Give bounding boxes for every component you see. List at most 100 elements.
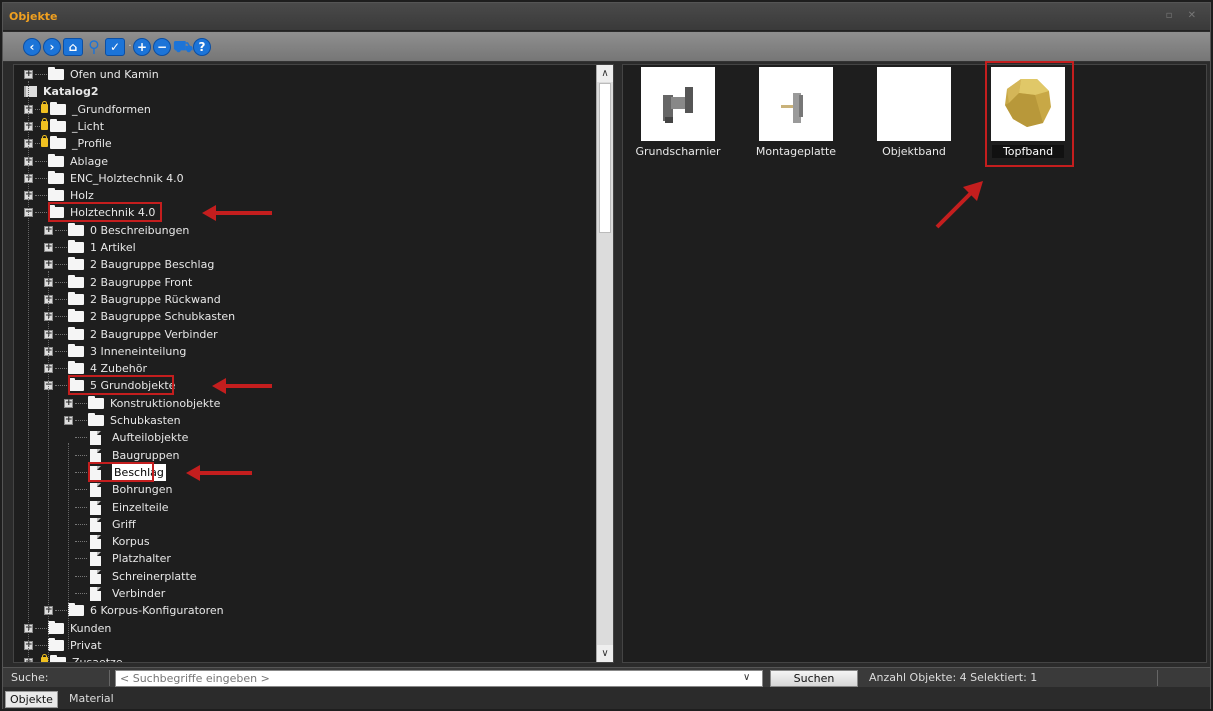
- tree-connector: [55, 264, 67, 266]
- expand-icon[interactable]: +: [24, 70, 33, 79]
- folder-icon: [48, 188, 64, 202]
- tree-item[interactable]: +2 Baugruppe Front: [14, 274, 597, 291]
- catalog-book-icon: [24, 86, 37, 98]
- tree-connector: [75, 593, 87, 594]
- back-icon[interactable]: ‹: [23, 38, 41, 56]
- tree-item[interactable]: + Konstruktionobjekte: [14, 395, 597, 412]
- tree-item-label: Kunden: [70, 621, 112, 635]
- tree-item-label: Katalog2: [43, 85, 99, 99]
- help-icon[interactable]: ?: [193, 38, 211, 56]
- tree-item[interactable]: + _Profile: [14, 135, 597, 152]
- home-icon[interactable]: ⌂: [63, 38, 83, 56]
- expand-icon[interactable]: +: [44, 260, 53, 270]
- tree-item[interactable]: Katalog2: [14, 83, 597, 100]
- tree-item[interactable]: + Zusaetze: [14, 654, 597, 663]
- scroll-down-icon[interactable]: ∨: [597, 645, 613, 662]
- window-buttons[interactable]: ▫ ✕: [1166, 10, 1202, 21]
- folder-icon: [68, 603, 84, 617]
- expand-icon[interactable]: +: [64, 416, 73, 425]
- catalog-tree: + Ofen und Kamin Katalog2 + _Grundformen + _Li…: [14, 65, 597, 662]
- chevron-down-icon[interactable]: ∨: [743, 672, 750, 683]
- folder-icon: [50, 655, 66, 662]
- tree-item[interactable]: + Ofen und Kamin: [14, 66, 597, 83]
- tree-item-label: 3 Inneneinteilung: [90, 344, 187, 358]
- folder-icon: [68, 343, 84, 357]
- folder-icon: [68, 274, 84, 288]
- folder-icon: [68, 309, 84, 323]
- tree-item-label: Konstruktionobjekte: [110, 396, 221, 410]
- tree-item[interactable]: + Privat: [14, 637, 597, 654]
- tree-item-label: 2 Baugruppe Front: [90, 275, 193, 289]
- remove-icon[interactable]: −: [153, 38, 171, 56]
- lock-icon: [41, 100, 48, 113]
- folder-icon: [48, 153, 64, 167]
- tree-connector: [55, 368, 67, 370]
- search-button[interactable]: Suchen: [770, 670, 858, 687]
- annotation-arrow-icon: [202, 205, 272, 222]
- tree-item[interactable]: + ENC_Holztechnik 4.0: [14, 170, 597, 187]
- tree-connector: [75, 541, 87, 543]
- tree-item[interactable]: Aufteilobjekte: [14, 429, 597, 446]
- tree-connector: [75, 575, 87, 577]
- tree-item[interactable]: + _Grundformen: [14, 100, 597, 118]
- object-tile[interactable]: Topfband: [985, 61, 1082, 167]
- tree-item-label: _Licht: [72, 119, 105, 133]
- document-icon: [90, 535, 101, 550]
- folder-icon: [50, 101, 66, 115]
- tree-connector: [35, 125, 40, 127]
- tab-objekte[interactable]: Objekte: [5, 691, 58, 708]
- expand-icon[interactable]: +: [44, 243, 53, 252]
- cart-icon[interactable]: ⛟: [173, 38, 193, 56]
- highlight-box: [48, 202, 162, 223]
- tree-item[interactable]: +2 Baugruppe Beschlag: [14, 256, 597, 273]
- object-tile[interactable]: Montageplatte: [756, 67, 850, 163]
- tree-connector: [35, 177, 47, 179]
- tree-connector: [35, 644, 47, 646]
- expand-icon[interactable]: +: [44, 225, 53, 235]
- highlight-box: [985, 61, 1074, 167]
- separator: [1157, 670, 1158, 686]
- annotation-arrow-icon: [186, 464, 252, 481]
- search-input[interactable]: [115, 670, 763, 687]
- tree-item-label: Korpus: [112, 535, 150, 549]
- object-tile[interactable]: Grundscharnier: [635, 67, 732, 163]
- tree-item[interactable]: Griff: [14, 516, 597, 533]
- scroll-up-icon[interactable]: ∧: [597, 65, 613, 82]
- tree-item-label: Zusaetze: [72, 656, 123, 663]
- tree-item-label: Privat: [70, 638, 102, 652]
- tree-item[interactable]: + Ablage: [14, 153, 597, 170]
- tree-connector: [35, 143, 40, 145]
- tree-item[interactable]: + Schubkasten: [14, 412, 597, 429]
- tree-connector: [55, 385, 67, 387]
- object-tile[interactable]: Objektband: [874, 67, 968, 163]
- tree-item[interactable]: +1 Artikel: [14, 239, 597, 256]
- tree-item[interactable]: +2 Baugruppe Verbinder: [14, 326, 597, 343]
- check-icon[interactable]: ✓: [105, 38, 125, 56]
- tree-item[interactable]: Verbinder: [14, 585, 597, 602]
- tree-item[interactable]: +3 Inneneinteilung: [14, 343, 597, 360]
- tree-item[interactable]: Korpus: [14, 533, 597, 550]
- tree-item-label: Griff: [112, 517, 136, 531]
- tree-item[interactable]: + Kunden: [14, 620, 597, 637]
- tree-item[interactable]: +2 Baugruppe Rückwand: [14, 291, 597, 308]
- search-icon[interactable]: ⚲: [85, 38, 103, 56]
- tree-connector: [75, 523, 87, 525]
- search-label: Suche:: [11, 671, 49, 684]
- scroll-thumb[interactable]: [599, 83, 611, 233]
- tree-item[interactable]: Einzelteile: [14, 499, 597, 516]
- tab-material[interactable]: Material: [65, 691, 118, 708]
- forward-icon[interactable]: ›: [43, 38, 61, 56]
- expand-icon[interactable]: +: [64, 398, 73, 408]
- tree-scrollbar[interactable]: ∧ ∨: [596, 65, 613, 662]
- tree-item[interactable]: +0 Beschreibungen: [14, 222, 597, 239]
- tree-item[interactable]: +2 Baugruppe Schubkasten: [14, 308, 597, 325]
- tree-item[interactable]: Bohrungen: [14, 481, 597, 498]
- tree-item[interactable]: Platzhalter: [14, 550, 597, 567]
- add-icon[interactable]: +: [133, 38, 151, 56]
- folder-icon: [68, 257, 84, 271]
- tree-item[interactable]: + _Licht: [14, 117, 597, 135]
- objects-view: Grundscharnier Montageplatte Objektband Top…: [622, 61, 1207, 663]
- tree-item[interactable]: +6 Korpus-Konfiguratoren: [14, 602, 597, 619]
- tree-item[interactable]: Schreinerplatte: [14, 568, 597, 585]
- document-icon: [90, 569, 101, 584]
